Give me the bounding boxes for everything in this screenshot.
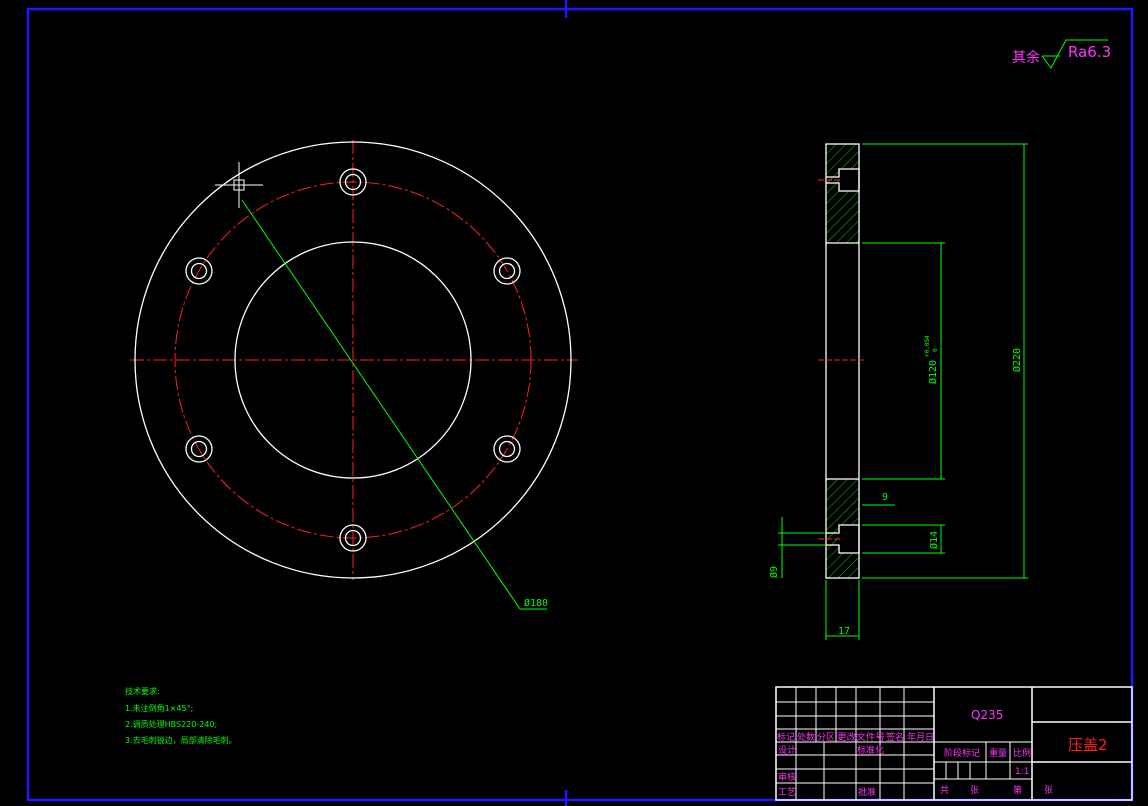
surface-value: Ra6.3 [1068,43,1111,61]
drawing-border [26,7,1134,802]
weight-label: 重量 [989,747,1007,759]
tech-req-item: 2.调质处理HBS220-240; [125,719,217,729]
side-view: Ø220 Ø120 +0.054 0 9 Ø14 Ø9 17 [768,143,1028,640]
sheets-label-2: 张 [1044,785,1053,796]
cad-drawing: 其余 Ra6.3 Ø180 Ø220 Ø120 +0.054 0 9 Ø14 Ø… [26,0,1134,806]
bore-tolerance-lower: 0 [932,348,939,352]
counterbore-depth-dimension: 9 [882,492,888,503]
pcd-dimension: Ø180 [524,597,548,609]
technical-requirements: 技术要求: 1.未注倒角1×45°; 2.调质处理HBS220-240; 3.去… [125,686,237,745]
header-cell: 分区 [817,732,835,743]
hole-diameter-dimension: Ø9 [768,566,780,578]
total-label: 共 [940,785,949,796]
header-cell: 标记 [777,731,795,743]
approve-label: 批准 [858,786,876,798]
counterbore-diameter-dimension: Ø14 [928,531,940,549]
material-text: Q235 [971,708,1003,722]
bore-dimension: Ø120 [927,360,939,384]
header-cell: 处数 [797,731,815,743]
ratio-label: 比例 [1013,747,1031,759]
surface-label: 其余 [1012,49,1040,66]
scale-value: 1:1 [1015,767,1029,777]
thickness-dimension: 17 [838,626,850,637]
hatch-top [826,144,859,243]
part-name-text: 压盖2 [1068,736,1108,754]
standard-label: 标准化 [857,744,884,756]
review-label: 审核 [778,771,796,783]
header-cell: 更改文件号 [837,731,885,743]
surface-finish-symbol: 其余 Ra6.3 [1012,39,1111,69]
sheets-label: 张 [970,785,979,796]
front-view: Ø180 [130,140,578,610]
bore-tolerance-upper: +0.054 [924,335,931,357]
tech-req-item: 1.未注倒角1×45°; [125,703,193,713]
stage-mark-label: 阶段标记 [944,747,980,759]
sheet-no-label: 第 [1013,784,1022,796]
tech-req-item: 3.去毛刺锐边，局部清除毛刺。 [125,735,237,745]
cad-cursor [215,162,263,208]
pcd-leader [241,199,521,610]
header-cell: 签名 [886,731,904,743]
header-cell: 年月日 [907,731,934,743]
design-label: 设计 [778,744,796,756]
tech-req-title: 技术要求: [125,686,160,696]
outer-dimension: Ø220 [1011,348,1023,372]
process-label: 工艺 [778,787,796,798]
